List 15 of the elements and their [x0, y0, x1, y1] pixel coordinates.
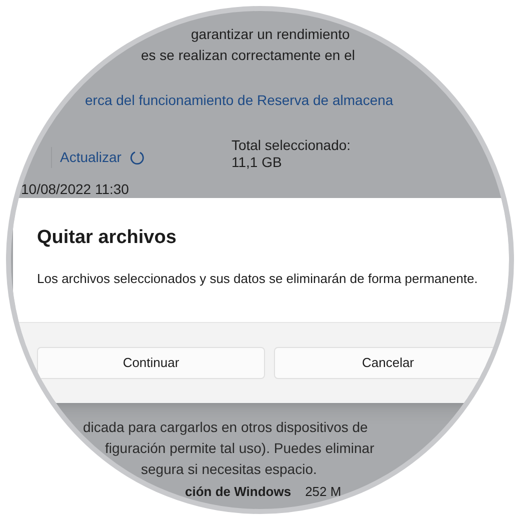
dialog-title: Quitar archivos	[37, 226, 178, 250]
dialog-button[interactable]: Continuar	[37, 347, 265, 379]
dialog-message: Los archivos seleccionados y sus datos se eliminarán de forma permanente.	[37, 270, 479, 288]
description-text: garantizar un rendimiento	[191, 26, 350, 42]
item-size: 252 M	[305, 483, 342, 501]
refresh-icon	[129, 150, 146, 166]
total-selected: Total seleccionado: 11,1 GB	[231, 137, 352, 171]
description-text: dicada para cargarlos en otros dispositivos de	[83, 419, 368, 435]
item-name: ción de Windows	[185, 483, 292, 501]
description-text: es se realizan correctamente en el	[141, 47, 355, 63]
description-text: segura si necesitas espacio.	[141, 461, 317, 477]
storage-link[interactable]: erca del funcionamiento de Reserva de almacena	[85, 92, 394, 108]
date-text: 10/08/2022 11:30	[21, 181, 129, 197]
description-text: figuración permite tal uso). Puedes eliminar	[105, 440, 374, 456]
refresh-button[interactable]: Actualizar	[51, 147, 150, 168]
